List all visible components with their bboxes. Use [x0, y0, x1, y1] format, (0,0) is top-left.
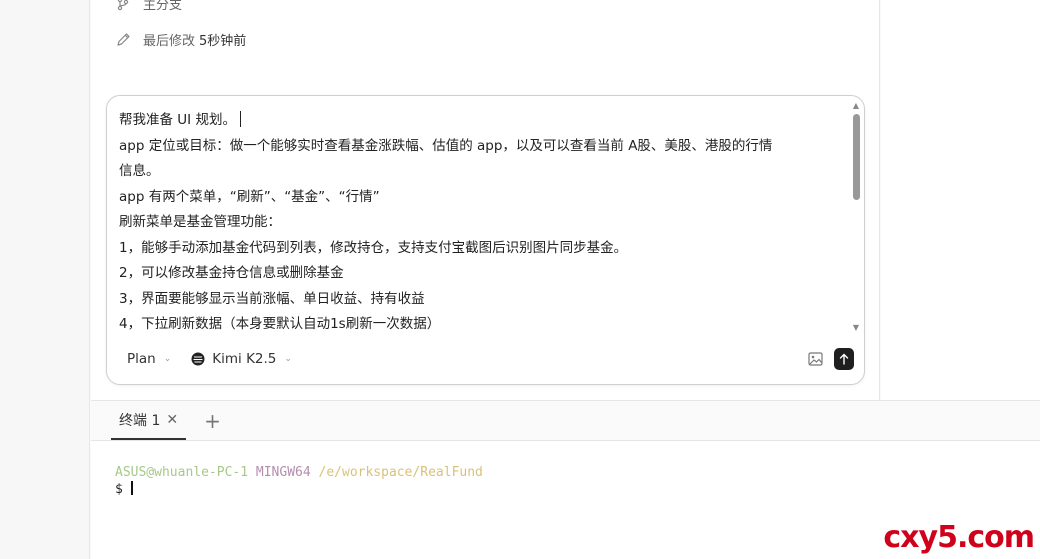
model-selector[interactable]: Kimi K2.5 ⌄ — [181, 346, 302, 372]
close-icon[interactable]: ✕ — [166, 412, 178, 428]
chevron-down-icon: ⌄ — [163, 354, 172, 364]
git-branch-icon — [115, 0, 131, 12]
pencil-icon — [115, 32, 131, 48]
terminal-input-line[interactable]: $ — [115, 481, 1040, 497]
last-modified-value: 5秒钟前 — [199, 34, 247, 49]
scroll-up-arrow-icon[interactable]: ▲ — [851, 100, 861, 110]
send-button[interactable] — [834, 348, 854, 370]
terminal-user-host: ASUS@whuanle-PC-1 — [115, 465, 249, 480]
send-arrow-icon — [839, 353, 849, 365]
prompt-line: app 有两个菜单，“刷新”、“基金”、“行情” — [119, 188, 380, 205]
scroll-down-arrow-icon[interactable]: ▼ — [851, 322, 861, 332]
watermark-text: cxy5.com — [883, 520, 1035, 555]
prompt-line: 3，界面要能够显示当前涨幅、单日收益、持有收益 — [119, 290, 425, 307]
kimi-logo-icon — [191, 352, 205, 366]
app-window: 主分支 最后修改 5秒钟前 帮我准备 UI 规划。 app 定位或目标：做一个能… — [0, 0, 1040, 559]
mode-label: Plan — [127, 351, 156, 367]
left-gutter — [0, 0, 90, 559]
terminal-tab-bar: 终端 1 ✕ + — [91, 400, 1040, 441]
prompt-textarea[interactable]: 帮我准备 UI 规划。 app 定位或目标：做一个能够实时查看基金涨跌幅、估值的… — [119, 108, 839, 338]
prompt-line: 4，下拉刷新数据（本身要默认自动1s刷新一次数据） — [119, 316, 441, 332]
terminal-prompt-line: ASUS@whuanle-PC-1 MINGW64 /e/workspace/R… — [115, 465, 1040, 481]
textarea-scrollbar[interactable]: ▲ ▼ — [851, 100, 861, 332]
branch-label: 主分支 — [143, 0, 183, 13]
terminal-cursor — [130, 481, 133, 495]
chevron-down-icon: ⌄ — [284, 354, 292, 364]
mode-selector[interactable]: Plan ⌄ — [117, 346, 181, 372]
last-modified-label: 最后修改 — [143, 34, 196, 49]
prompt-line: 1，能够手动添加基金代码到列表，修改持仓，支持支付宝截图后识别图片同步基金。 — [119, 239, 628, 256]
scrollbar-thumb[interactable] — [853, 114, 860, 200]
terminal-prompt-symbol: $ — [115, 482, 123, 497]
add-terminal-button[interactable]: + — [204, 402, 221, 440]
prompt-composer[interactable]: 帮我准备 UI 规划。 app 定位或目标：做一个能够实时查看基金涨跌幅、估值的… — [106, 95, 865, 385]
text-caret — [239, 111, 241, 127]
image-upload-icon[interactable] — [804, 348, 826, 370]
tab-terminal-1[interactable]: 终端 1 ✕ — [111, 402, 187, 440]
terminal-path: /e/workspace/RealFund — [318, 465, 483, 480]
prompt-line: app 定位或目标：做一个能够实时查看基金涨跌幅、估值的 app，以及可以查看当… — [119, 137, 773, 154]
branch-row: 主分支 — [115, 0, 182, 13]
terminal-env: MINGW64 — [255, 465, 311, 480]
right-panel — [881, 0, 1040, 400]
composer-toolbar: Plan ⌄ Kimi K2.5 ⌄ — [117, 346, 854, 372]
prompt-line: 帮我准备 UI 规划。 — [119, 108, 839, 134]
last-modified-row: 最后修改 5秒钟前 — [115, 30, 246, 49]
prompt-line: 刷新菜单是基金管理功能： — [119, 214, 281, 230]
model-label: Kimi K2.5 — [212, 351, 277, 367]
prompt-line: 信息。 — [119, 163, 160, 179]
prompt-line: 2，可以修改基金持仓信息或删除基金 — [119, 265, 344, 281]
terminal-tab-label: 终端 1 — [119, 413, 161, 429]
